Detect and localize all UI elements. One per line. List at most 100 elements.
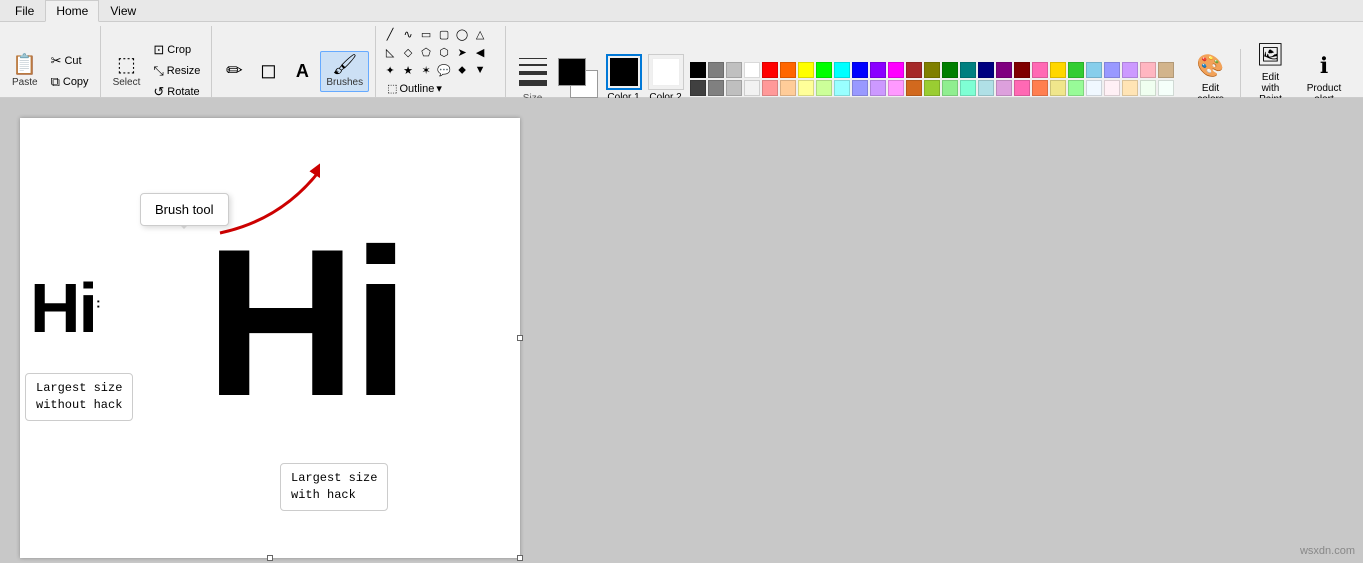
color-black[interactable] (690, 62, 706, 78)
color-brown[interactable] (906, 62, 922, 78)
shape-callout[interactable]: 💬 (436, 62, 452, 78)
color-blue[interactable] (852, 62, 868, 78)
color-darkgray1[interactable] (690, 80, 706, 96)
shape-arrow-l[interactable]: ◀ (472, 44, 488, 60)
select-button[interactable]: ⬚ Select (107, 51, 147, 92)
color-tan[interactable] (1158, 62, 1174, 78)
color-olive[interactable] (924, 62, 940, 78)
shape-pentagon[interactable]: ⬠ (418, 44, 434, 60)
tab-file[interactable]: File (4, 0, 45, 22)
color-silver[interactable] (726, 62, 742, 78)
crop-button[interactable]: ⊡ Crop (148, 40, 205, 60)
color-lightgreen[interactable] (816, 80, 832, 96)
color-aliceblue[interactable] (1086, 80, 1102, 96)
color1-label-group[interactable]: Color 1 (606, 54, 642, 103)
shape-scroll[interactable]: ⬥ (454, 62, 470, 78)
eraser-button[interactable]: ◻ (252, 57, 284, 85)
color-pink[interactable] (1140, 62, 1156, 78)
shape-star4[interactable]: ✦ (382, 62, 398, 78)
shape-rounded-rect[interactable]: ▢ (436, 26, 452, 42)
color2-label-group[interactable]: Color 2 (648, 54, 684, 103)
size-button[interactable] (514, 53, 552, 91)
color-mintcream[interactable] (1158, 80, 1174, 96)
color-yellow[interactable] (798, 62, 814, 78)
shape-star5[interactable]: ★ (400, 62, 416, 78)
shape-diamond[interactable]: ◇ (400, 44, 416, 60)
color-purple[interactable] (996, 62, 1012, 78)
color-lavenderblush[interactable] (1104, 80, 1120, 96)
color-lightcyan[interactable] (834, 80, 850, 96)
shape-ellipse[interactable]: ◯ (454, 26, 470, 42)
color-lavender[interactable] (1122, 62, 1138, 78)
color-peach[interactable] (780, 80, 796, 96)
size-group: Size (514, 53, 552, 104)
outline-dropdown[interactable]: ⬚ Outline ▾ (382, 80, 447, 97)
color-indigo[interactable] (870, 62, 886, 78)
color-powderblue[interactable] (978, 80, 994, 96)
color-coral[interactable] (1032, 80, 1048, 96)
color-lightmagenta[interactable] (888, 80, 904, 96)
handle-bottom-mid[interactable] (267, 555, 273, 561)
shape-curve[interactable]: ∿ (400, 26, 416, 42)
annotation-no-hack: Largest sizewithout hack (25, 373, 133, 421)
color-gray50[interactable] (708, 62, 724, 78)
color1-selected[interactable] (606, 54, 642, 90)
shape-line[interactable]: ╱ (382, 26, 398, 42)
canvas-area: Hi: Hi Largest sizewithout hack Largest … (0, 98, 1363, 563)
shape-right-tri[interactable]: ◺ (382, 44, 398, 60)
color-navy[interactable] (978, 62, 994, 78)
cut-button[interactable]: ✂ Cut (46, 51, 94, 71)
color-sky[interactable] (1086, 62, 1102, 78)
color-lightgreen2[interactable] (942, 80, 958, 96)
color-aquamarine[interactable] (960, 80, 976, 96)
color-magenta[interactable] (888, 62, 904, 78)
brushes-button[interactable]: 🖌 Brushes (320, 51, 369, 92)
color-hotpink[interactable] (1014, 80, 1030, 96)
color-darkgreen[interactable] (942, 62, 958, 78)
text-button[interactable]: A (286, 58, 318, 84)
color2-selected[interactable] (648, 54, 684, 90)
paint-canvas[interactable]: Hi: Hi Largest sizewithout hack Largest … (20, 118, 520, 558)
color-lilac[interactable] (996, 80, 1012, 96)
handle-bottom-right[interactable] (517, 555, 523, 561)
color-tan2[interactable] (906, 80, 922, 96)
color-lightyellow[interactable] (798, 80, 814, 96)
tab-home[interactable]: Home (45, 0, 99, 22)
color-periwinkle[interactable] (1104, 62, 1120, 78)
color-palegreen[interactable] (1068, 80, 1084, 96)
paste-button[interactable]: 📋 Paste (6, 51, 44, 92)
shape-more[interactable]: ▼ (472, 62, 488, 78)
shape-arrow-r[interactable]: ➤ (454, 44, 470, 60)
color-lightblue[interactable] (852, 80, 868, 96)
color-lightred[interactable] (762, 80, 778, 96)
color-green[interactable] (816, 62, 832, 78)
color-rose[interactable] (1032, 62, 1048, 78)
color-lightpurple[interactable] (870, 80, 886, 96)
shape-rect[interactable]: ▭ (418, 26, 434, 42)
color-maroon[interactable] (1014, 62, 1030, 78)
color-red[interactable] (762, 62, 778, 78)
shape-star6[interactable]: ✶ (418, 62, 434, 78)
color-orange[interactable] (780, 62, 796, 78)
shape-triangle[interactable]: △ (472, 26, 488, 42)
color-lightgray1[interactable] (726, 80, 742, 96)
resize-button[interactable]: ⤡ Resize (148, 61, 205, 81)
color-cyan[interactable] (834, 62, 850, 78)
color-white[interactable] (744, 62, 760, 78)
color-gold[interactable] (1050, 62, 1066, 78)
color-offwhite[interactable] (744, 80, 760, 96)
pencil-button[interactable]: ✏ (218, 57, 250, 85)
main-area: Hi: Hi Largest sizewithout hack Largest … (0, 98, 1363, 563)
color-teal[interactable] (960, 62, 976, 78)
color-lime[interactable] (1068, 62, 1084, 78)
shape-hexagon[interactable]: ⬡ (436, 44, 452, 60)
color-yellowgreen[interactable] (924, 80, 940, 96)
color-honeydew[interactable] (1140, 80, 1156, 96)
color-moccasin[interactable] (1122, 80, 1138, 96)
tab-view[interactable]: View (99, 0, 147, 22)
color-khaki[interactable] (1050, 80, 1066, 96)
copy-button[interactable]: ⧉ Copy (46, 72, 94, 92)
handle-right-mid[interactable] (517, 335, 523, 341)
color-gray1[interactable] (708, 80, 724, 96)
color1-box[interactable] (558, 58, 586, 86)
